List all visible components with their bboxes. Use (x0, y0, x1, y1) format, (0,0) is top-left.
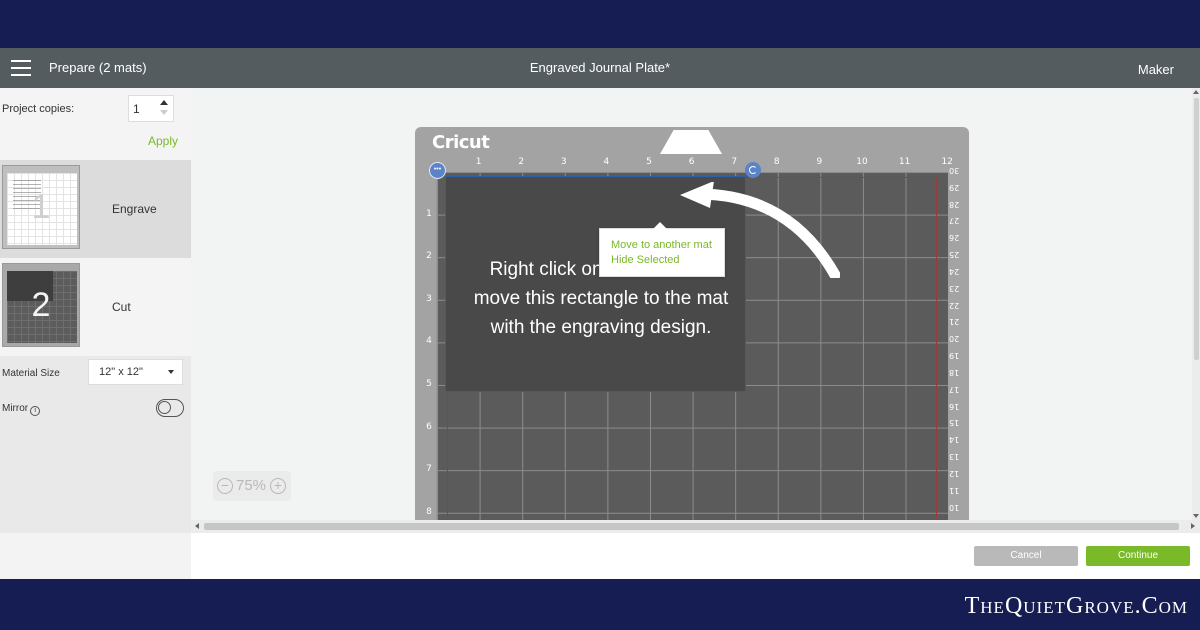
scroll-down-icon[interactable] (1193, 514, 1199, 518)
ruler-tick-label: 4 (426, 336, 432, 347)
project-copies-stepper[interactable]: 1 (128, 95, 174, 122)
mat-number: 2 (31, 286, 51, 324)
context-menu: Move to another mat Hide Selected (599, 222, 725, 277)
more-options-dots-icon[interactable]: ••• (429, 162, 446, 179)
rotate-icon[interactable] (745, 162, 761, 178)
stepper-up-icon[interactable] (160, 100, 168, 105)
toggle-knob (158, 401, 171, 414)
ruler-right: 30 29 28 27 26 25 24 23 22 21 20 19 18 17 16 15 14 13 12 11… (947, 166, 967, 520)
ruler-tick-label: 25 (949, 250, 960, 260)
ruler-tick-label: 17 (949, 384, 960, 394)
info-icon[interactable]: i (30, 406, 41, 416)
ruler-tick-label: 6 (688, 157, 695, 167)
mirror-toggle[interactable] (156, 399, 184, 417)
material-size-dropdown[interactable]: 12" x 12" (88, 359, 183, 385)
mat-operation-label: Cut (112, 300, 131, 314)
ruler-tick-label: 8 (426, 506, 432, 517)
mat-preview-canvas[interactable]: Cricut 1 2 3 4 5 6 7 8 9 10 11 12 12345678 30 29 28 27… (191, 88, 1192, 520)
project-copies-label: Project copies: (2, 103, 75, 115)
ruler-tick-label: 2 (518, 157, 525, 167)
zoom-level: 75% (236, 477, 267, 494)
ruler-tick-label: 14 (949, 435, 960, 445)
ruler-tick-label: 4 (603, 157, 610, 167)
zoom-control: − 75% + (213, 471, 291, 501)
zoom-out-icon[interactable]: − (217, 478, 233, 494)
ruler-tick-label: 10 (856, 157, 868, 167)
mat-handle-icon (660, 130, 722, 154)
ruler-tick-label: 29 (949, 182, 960, 192)
ruler-tick-label: 26 (949, 233, 960, 243)
cutting-mat: Cricut 1 2 3 4 5 6 7 8 9 10 11 12 12345678 30 29 28 27… (415, 127, 969, 520)
ruler-tick-label: 27 (949, 216, 960, 226)
continue-button[interactable]: Continue (1086, 546, 1190, 566)
ruler-tick-label: 3 (560, 157, 567, 167)
ruler-tick-label: 13 (949, 452, 960, 462)
scroll-right-icon[interactable] (1191, 523, 1195, 529)
ruler-tick-label: 2 (426, 251, 432, 262)
scrollbar-thumb[interactable] (1194, 98, 1199, 360)
ruler-tick-label: 20 (949, 334, 960, 344)
project-copies-panel: Project copies: 1 Apply (0, 88, 191, 160)
chevron-down-icon (168, 370, 174, 374)
apply-button[interactable]: Apply (148, 134, 178, 148)
mat-operation-label: Engrave (112, 202, 157, 216)
ruler-tick-label: 11 (898, 157, 911, 167)
project-copies-value[interactable]: 1 (133, 102, 140, 116)
ruler-tick-label: 11 (949, 485, 960, 495)
top-banner (0, 0, 1200, 48)
mat-number: 1 (31, 188, 51, 226)
material-size-label: Material Size (2, 368, 60, 379)
ruler-tick-label: 7 (731, 157, 738, 167)
vertical-scrollbar[interactable] (1192, 88, 1200, 520)
ruler-tick-label: 5 (646, 157, 652, 167)
hide-selected-menu-item[interactable]: Hide Selected (611, 254, 680, 266)
ruler-tick-label: 7 (426, 464, 432, 475)
ruler-tick-label: 18 (949, 367, 960, 377)
ruler-tick-label: 23 (949, 283, 960, 293)
scrollbar-thumb[interactable] (204, 523, 1179, 530)
mat-sidebar: Project copies: 1 Apply 1 Engrave 2 Cut … (0, 88, 191, 533)
ruler-tick-label: 19 (949, 351, 960, 361)
project-title: Engraved Journal Plate* (529, 60, 671, 75)
mirror-label: Mirror i (2, 403, 41, 416)
cricut-app-window: Prepare (2 mats) Engraved Journal Plate*… (0, 48, 1200, 579)
ruler-tick-label: 1 (426, 208, 432, 219)
ruler-tick-label: 6 (426, 421, 432, 432)
ruler-tick-label: 15 (949, 418, 960, 428)
ruler-tick-label: 16 (949, 401, 960, 411)
ruler-tick-label: 3 (426, 293, 432, 304)
mat-thumbnail: 1 (2, 165, 80, 249)
ruler-tick-label: 12 (949, 468, 960, 478)
mat-thumbnail: 2 (2, 263, 80, 347)
ruler-tick-label: 30 (949, 166, 960, 175)
ruler-tick-label: 22 (949, 300, 960, 310)
ruler-tick-label: 24 (949, 266, 960, 276)
ruler-tick-label: 9 (816, 157, 823, 167)
ruler-tick-label: 1 (475, 157, 482, 167)
ruler-tick-label: 28 (949, 199, 960, 209)
machine-selector[interactable]: Maker (1138, 62, 1174, 77)
ruler-tick-label: 10 (949, 502, 960, 512)
cancel-button[interactable]: Cancel (974, 546, 1078, 566)
site-watermark: TheQuietGrove.Com (964, 593, 1188, 619)
material-size-value: 12" x 12" (99, 366, 143, 378)
stepper-down-icon[interactable] (160, 110, 168, 115)
mat-item-engrave[interactable]: 1 Engrave (0, 160, 191, 258)
ruler-tick-label: 8 (773, 157, 780, 167)
ruler-top: 1 2 3 4 5 6 7 8 9 10 11 12 (433, 157, 953, 171)
move-to-another-mat-menu-item[interactable]: Move to another mat (611, 239, 712, 251)
zoom-in-icon[interactable]: + (270, 478, 286, 494)
action-footer: Cancel Continue (0, 533, 1200, 579)
app-header: Prepare (2 mats) Engraved Journal Plate*… (0, 48, 1200, 88)
scroll-left-icon[interactable] (195, 523, 199, 529)
scroll-up-icon[interactable] (1193, 90, 1199, 94)
cricut-logo: Cricut (432, 132, 490, 153)
horizontal-scrollbar[interactable] (191, 520, 1200, 533)
ruler-tick-label: 5 (426, 379, 432, 389)
ruler-left: 1 2 3 4 5 6 7 8 (423, 171, 435, 520)
ruler-tick-label: 21 (949, 317, 960, 327)
mat-item-cut[interactable]: 2 Cut (0, 258, 191, 356)
